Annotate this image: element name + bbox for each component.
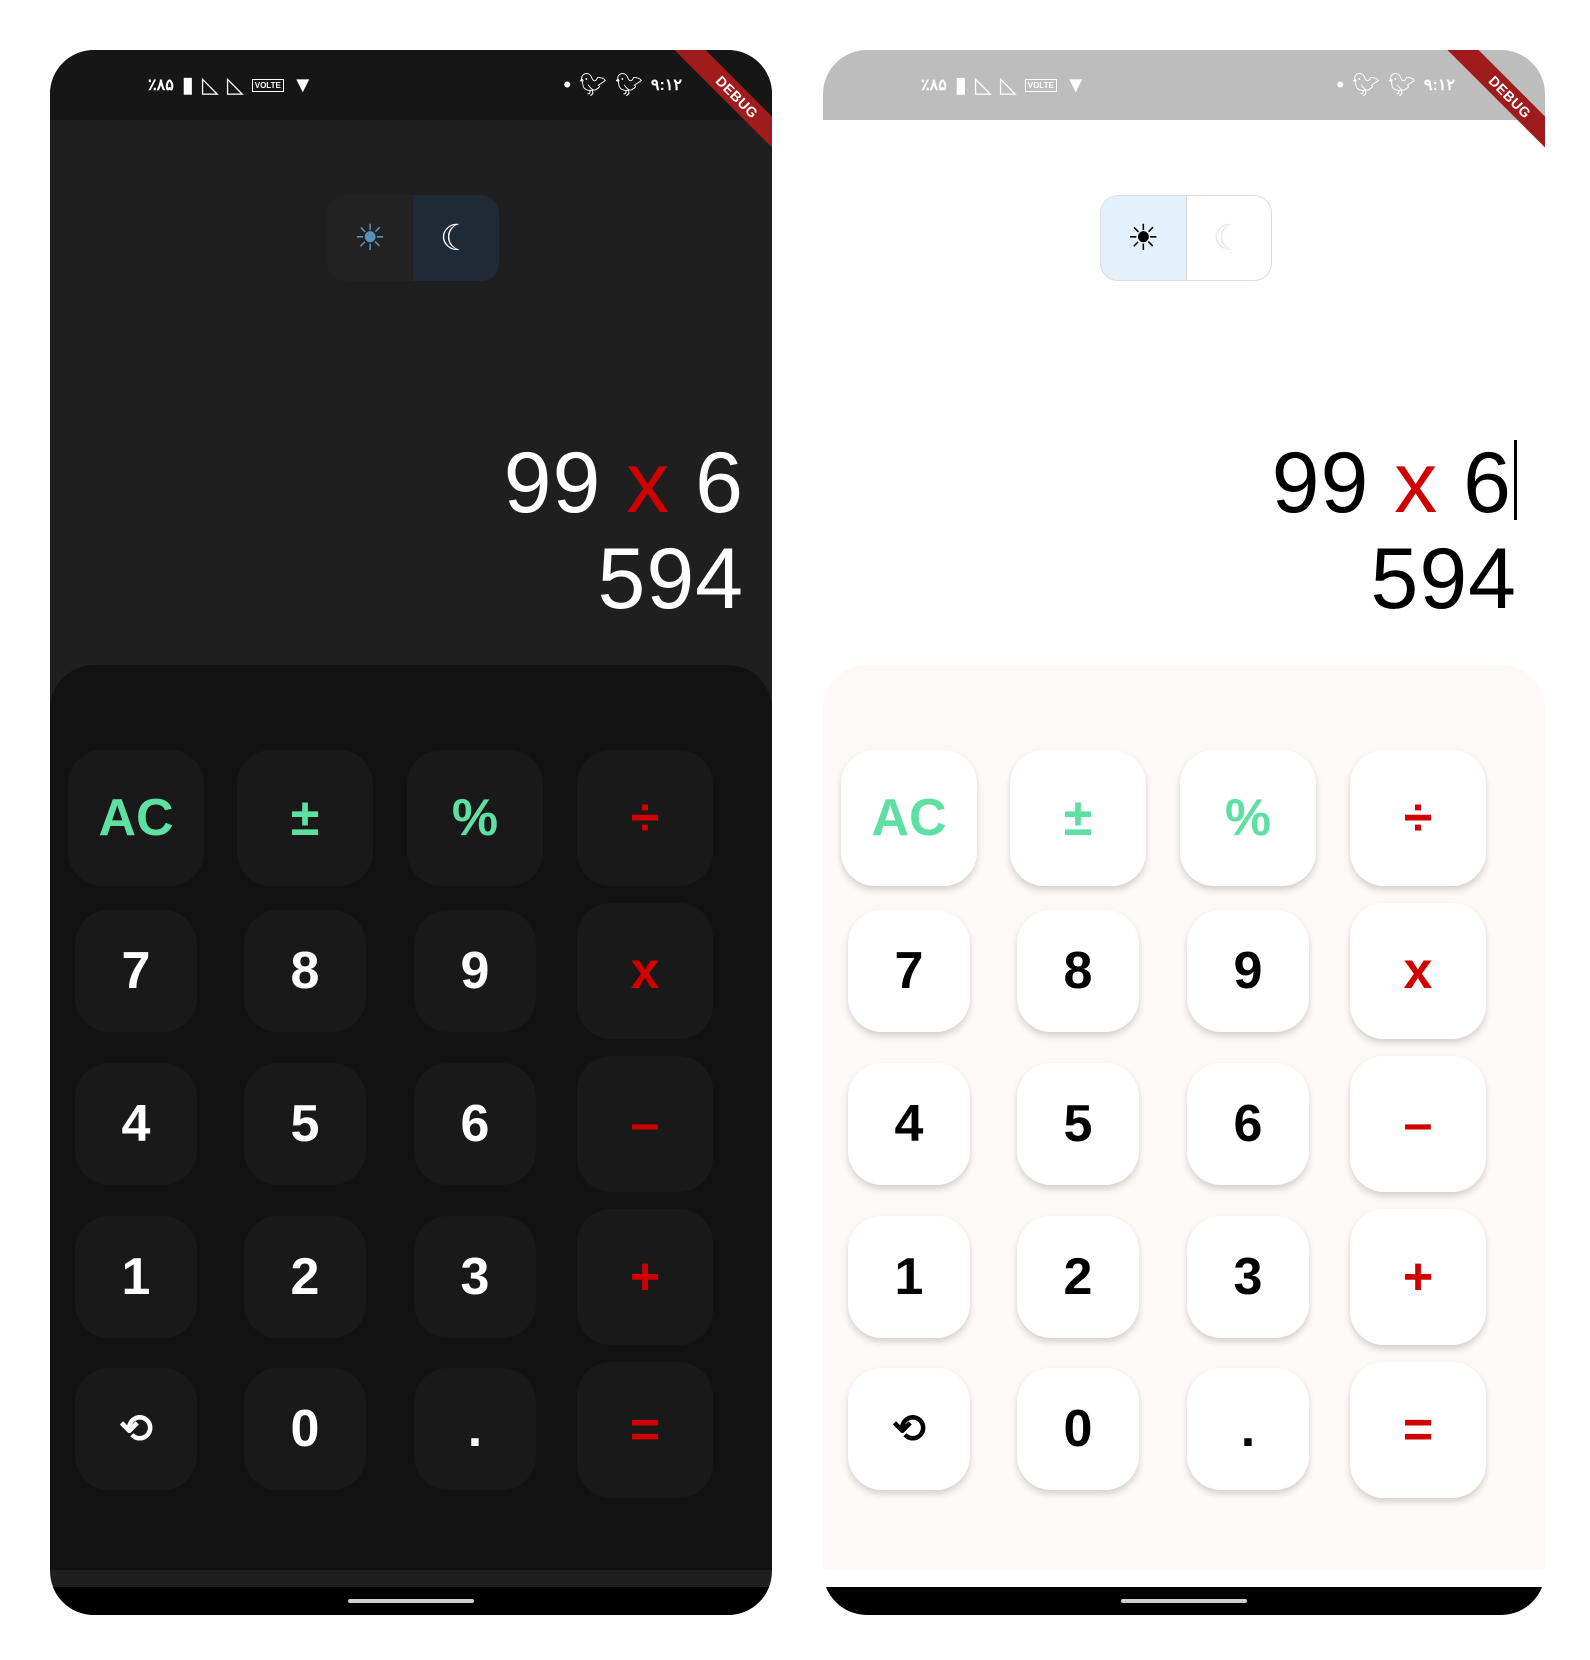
wifi-icon: ▼ bbox=[1064, 72, 1087, 97]
decimal-button[interactable]: . bbox=[414, 1368, 536, 1490]
expression-operator: x bbox=[626, 435, 671, 531]
digit-3-button[interactable]: 3 bbox=[1187, 1216, 1309, 1338]
battery-percent: ٪۸۵ bbox=[921, 77, 947, 94]
plus-minus-button[interactable]: ± bbox=[237, 750, 373, 886]
moon-icon[interactable]: ☾ bbox=[1185, 196, 1272, 280]
minus-button[interactable]: – bbox=[577, 1056, 713, 1192]
status-bar: ٪۸۵ ▮ ◺ ◺ VOLTE ▼ • 🐦︎ 🐦︎ ۹:۱۲ bbox=[823, 50, 1545, 120]
calculator-display: 99 x 6 594 bbox=[1272, 435, 1517, 628]
equals-button[interactable]: = bbox=[1350, 1362, 1486, 1498]
equals-button[interactable]: = bbox=[577, 1362, 713, 1498]
twitter-icon: 🐦︎ bbox=[1387, 72, 1416, 97]
notification-dot-icon: • bbox=[563, 72, 572, 97]
digit-7-button[interactable]: 7 bbox=[848, 910, 970, 1032]
signal-icon: ◺ bbox=[999, 72, 1017, 97]
digit-5-button[interactable]: 5 bbox=[1017, 1063, 1139, 1185]
divide-button[interactable]: ÷ bbox=[1350, 750, 1486, 886]
divide-button[interactable]: ÷ bbox=[577, 750, 713, 886]
plus-button[interactable]: + bbox=[577, 1209, 713, 1345]
theme-toggle[interactable]: ☀ ☾ bbox=[327, 195, 499, 281]
clock: ۹:۱۲ bbox=[650, 77, 682, 94]
multiply-button[interactable]: x bbox=[577, 903, 713, 1039]
clear-button[interactable]: AC bbox=[68, 750, 204, 886]
result: 594 bbox=[597, 531, 744, 628]
plus-minus-button[interactable]: ± bbox=[1010, 750, 1146, 886]
status-bar: ٪۸۵ ▮ ◺ ◺ VOLTE ▼ • 🐦︎ 🐦︎ ۹:۱۲ bbox=[50, 50, 772, 120]
multiply-button[interactable]: x bbox=[1350, 903, 1486, 1039]
expression: 99 x 6 bbox=[504, 435, 744, 531]
digit-0-button[interactable]: 0 bbox=[1017, 1368, 1139, 1490]
moon-icon[interactable]: ☾ bbox=[413, 195, 499, 281]
result: 594 bbox=[1370, 531, 1517, 628]
twitter-icon: 🐦︎ bbox=[579, 72, 607, 97]
signal-icon: ◺ bbox=[201, 72, 219, 97]
volte-icon: VOLTE bbox=[1024, 78, 1057, 92]
clock: ۹:۱۲ bbox=[1423, 77, 1455, 94]
digit-7-button[interactable]: 7 bbox=[75, 910, 197, 1032]
digit-4-button[interactable]: 4 bbox=[848, 1063, 970, 1185]
digit-5-button[interactable]: 5 bbox=[244, 1063, 366, 1185]
battery-icon: ▮ bbox=[181, 72, 194, 97]
history-icon[interactable]: ⟲ bbox=[848, 1368, 970, 1490]
expression: 99 x 6 bbox=[1272, 435, 1517, 531]
notification-dot-icon: • bbox=[1336, 72, 1345, 97]
history-icon[interactable]: ⟲ bbox=[75, 1368, 197, 1490]
twitter-icon: 🐦︎ bbox=[1352, 72, 1380, 97]
keypad: AC ± % ÷ 7 8 9 x 4 5 6 – 1 2 3 + ⟲ 0 . = bbox=[50, 665, 772, 1570]
battery-icon: ▮ bbox=[954, 72, 967, 97]
digit-9-button[interactable]: 9 bbox=[414, 910, 536, 1032]
sun-icon[interactable]: ☀ bbox=[1101, 196, 1186, 280]
text-cursor bbox=[1514, 440, 1517, 520]
sun-icon[interactable]: ☀ bbox=[327, 195, 413, 281]
theme-toggle[interactable]: ☀ ☾ bbox=[1100, 195, 1272, 281]
calculator-display: 99 x 6 594 bbox=[504, 435, 744, 628]
keypad: AC ± % ÷ 7 8 9 x 4 5 6 – 1 2 3 + ⟲ 0 . = bbox=[823, 665, 1545, 1570]
expression-left: 99 bbox=[1271, 435, 1370, 531]
percent-button[interactable]: % bbox=[407, 750, 543, 886]
decimal-button[interactable]: . bbox=[1187, 1368, 1309, 1490]
digit-1-button[interactable]: 1 bbox=[848, 1216, 970, 1338]
digit-3-button[interactable]: 3 bbox=[414, 1216, 536, 1338]
home-indicator[interactable] bbox=[823, 1587, 1545, 1615]
digit-9-button[interactable]: 9 bbox=[1187, 910, 1309, 1032]
expression-operator: x bbox=[1394, 435, 1439, 531]
wifi-icon: ▼ bbox=[291, 72, 314, 97]
plus-button[interactable]: + bbox=[1350, 1209, 1486, 1345]
expression-right: 6 bbox=[1463, 435, 1512, 531]
digit-4-button[interactable]: 4 bbox=[75, 1063, 197, 1185]
digit-2-button[interactable]: 2 bbox=[244, 1216, 366, 1338]
battery-percent: ٪۸۵ bbox=[148, 77, 174, 94]
digit-6-button[interactable]: 6 bbox=[414, 1063, 536, 1185]
percent-button[interactable]: % bbox=[1180, 750, 1316, 886]
dark-theme-screen: ٪۸۵ ▮ ◺ ◺ VOLTE ▼ • 🐦︎ 🐦︎ ۹:۱۲ DEBUG ☀ ☾… bbox=[50, 50, 772, 1615]
minus-button[interactable]: – bbox=[1350, 1056, 1486, 1192]
signal-icon: ◺ bbox=[974, 72, 992, 97]
signal-icon: ◺ bbox=[226, 72, 244, 97]
digit-1-button[interactable]: 1 bbox=[75, 1216, 197, 1338]
expression-left: 99 bbox=[503, 435, 602, 531]
twitter-icon: 🐦︎ bbox=[614, 72, 643, 97]
digit-8-button[interactable]: 8 bbox=[1017, 910, 1139, 1032]
digit-2-button[interactable]: 2 bbox=[1017, 1216, 1139, 1338]
light-theme-screen: ٪۸۵ ▮ ◺ ◺ VOLTE ▼ • 🐦︎ 🐦︎ ۹:۱۲ DEBUG ☀ ☾… bbox=[823, 50, 1545, 1615]
digit-0-button[interactable]: 0 bbox=[244, 1368, 366, 1490]
clear-button[interactable]: AC bbox=[841, 750, 977, 886]
digit-8-button[interactable]: 8 bbox=[244, 910, 366, 1032]
volte-icon: VOLTE bbox=[251, 78, 284, 92]
home-indicator[interactable] bbox=[50, 1587, 772, 1615]
digit-6-button[interactable]: 6 bbox=[1187, 1063, 1309, 1185]
expression-right: 6 bbox=[695, 435, 744, 531]
